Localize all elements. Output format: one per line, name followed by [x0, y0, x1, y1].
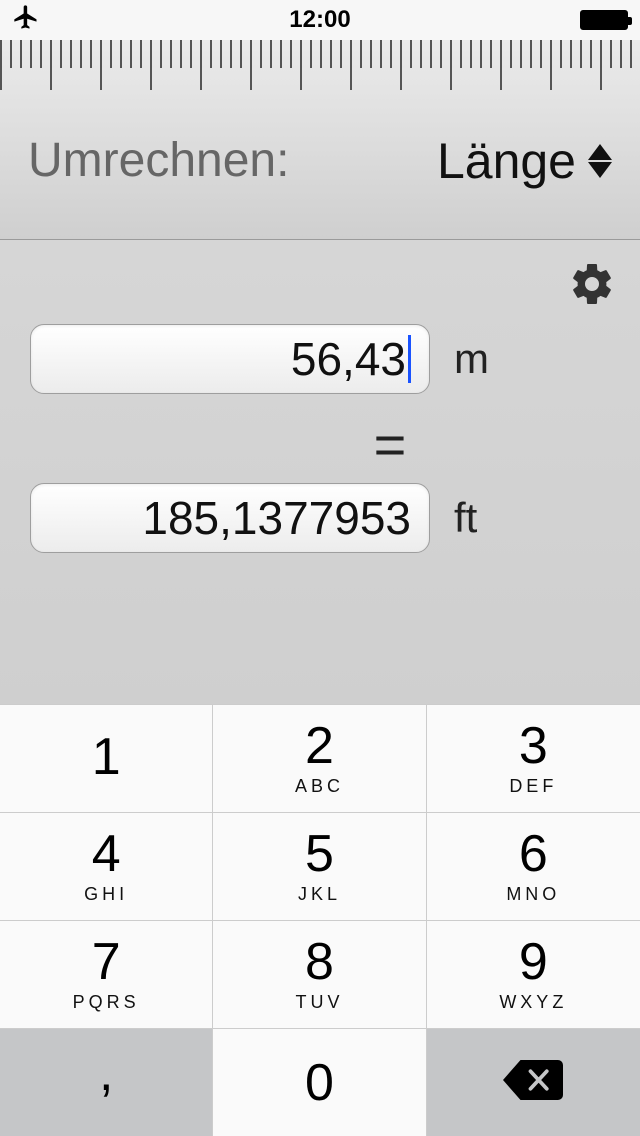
key-digit: 7 — [92, 936, 121, 988]
key-backspace[interactable] — [427, 1028, 640, 1136]
category-label: Länge — [437, 132, 576, 190]
key-digit: 5 — [305, 828, 334, 880]
key-digit: 2 — [305, 720, 334, 772]
convert-label: Umrechnen: — [28, 133, 289, 188]
key-decimal-label: , — [99, 1043, 113, 1103]
gear-icon — [568, 295, 616, 312]
key-letters: JKL — [298, 884, 341, 905]
numeric-keypad: 1 2 ABC 3 DEF 4 GHI 5 JKL 6 MNO 7 PQRS 8 — [0, 704, 640, 1136]
output-field[interactable]: 185,1377953 — [30, 483, 430, 553]
category-selector[interactable]: Länge — [437, 132, 612, 190]
airplane-mode-icon — [12, 3, 40, 38]
output-value: 185,1377953 — [142, 491, 411, 545]
key-2[interactable]: 2 ABC — [213, 704, 426, 812]
key-digit: 0 — [305, 1057, 334, 1109]
input-unit[interactable]: m — [454, 335, 514, 383]
battery-icon — [580, 10, 628, 30]
key-0[interactable]: 0 — [213, 1028, 426, 1136]
key-digit: 9 — [519, 936, 548, 988]
output-unit[interactable]: ft — [454, 494, 514, 542]
key-letters: ABC — [295, 776, 344, 797]
text-cursor — [408, 335, 411, 383]
status-time: 12:00 — [112, 6, 528, 34]
key-digit: 3 — [519, 720, 548, 772]
key-9[interactable]: 9 WXYZ — [427, 920, 640, 1028]
status-bar: 12:00 — [0, 0, 640, 40]
key-letters: GHI — [84, 884, 128, 905]
key-4[interactable]: 4 GHI — [0, 812, 213, 920]
key-letters: TUV — [295, 992, 343, 1013]
key-letters: MNO — [506, 884, 560, 905]
input-value: 56,43 — [291, 332, 406, 386]
key-digit: 4 — [92, 828, 121, 880]
backspace-icon — [503, 1060, 563, 1105]
key-letters: PQRS — [73, 992, 140, 1013]
updown-icon — [588, 144, 612, 178]
key-digit: 1 — [92, 731, 121, 783]
settings-button[interactable] — [568, 260, 616, 313]
key-digit: 6 — [519, 828, 548, 880]
key-letters: DEF — [509, 776, 557, 797]
key-decimal[interactable]: , — [0, 1028, 213, 1136]
key-5[interactable]: 5 JKL — [213, 812, 426, 920]
equals-sign: = — [0, 412, 640, 477]
ruler-graphic — [0, 40, 640, 102]
key-3[interactable]: 3 DEF — [427, 704, 640, 812]
header: Umrechnen: Länge — [0, 40, 640, 240]
key-1[interactable]: 1 — [0, 704, 213, 812]
key-letters: WXYZ — [499, 992, 567, 1013]
input-field[interactable]: 56,43 — [30, 324, 430, 394]
key-7[interactable]: 7 PQRS — [0, 920, 213, 1028]
key-8[interactable]: 8 TUV — [213, 920, 426, 1028]
key-6[interactable]: 6 MNO — [427, 812, 640, 920]
key-digit: 8 — [305, 936, 334, 988]
content-area: 56,43 m = 185,1377953 ft — [0, 240, 640, 704]
